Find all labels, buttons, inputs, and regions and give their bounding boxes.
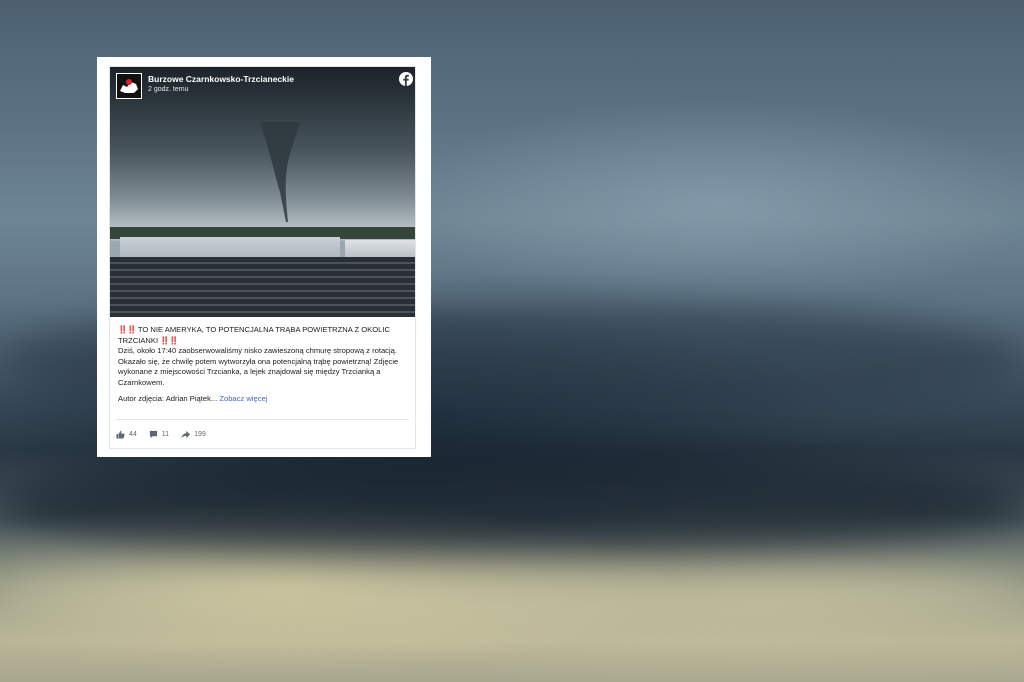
cloud-band [0,560,1024,630]
see-more-link[interactable]: Zobacz więcej [219,394,267,403]
page-logo-icon [117,74,141,98]
solar-panels [110,257,415,317]
post-text: ‼️‼️ TO NIE AMERYKA, TO POTENCJALNA TRĄB… [110,317,415,404]
post-stats: 44 11 199 [116,419,409,448]
comment-count-value: 11 [161,430,170,438]
funnel-cloud [260,122,300,222]
author-text: Autor zdjęcia: Adrian Piątek... [118,393,218,403]
embedded-post-frame: Burzowe Czarnkowsko-Trzcianeckie 2 godz.… [97,57,431,457]
cloud-band [0,450,1024,560]
like-count[interactable]: 44 [116,430,137,439]
warehouse-building [120,237,340,259]
post-timestamp[interactable]: 2 godz. temu [148,86,188,93]
post-photo[interactable]: Burzowe Czarnkowsko-Trzcianeckie 2 godz.… [110,67,415,317]
double-exclamation-emoji: ‼️‼️ [118,325,136,334]
facebook-post[interactable]: Burzowe Czarnkowsko-Trzcianeckie 2 godz.… [109,66,416,449]
comment-count[interactable]: 11 [149,430,169,439]
share-count[interactable]: 199 [181,430,206,439]
double-exclamation-emoji: ‼️‼️ [160,335,179,345]
post-body-text: Dziś, około 17:40 zaobserwowaliśmy nisko… [118,346,399,387]
post-header: Burzowe Czarnkowsko-Trzcianeckie 2 godz.… [110,67,415,103]
comment-icon [149,430,157,438]
page-name[interactable]: Burzowe Czarnkowsko-Trzcianeckie [148,74,294,84]
post-author-line: Autor zdjęcia: Adrian Piątek... Zobacz w… [118,394,407,405]
avatar[interactable] [116,73,142,99]
storm-background: Burzowe Czarnkowsko-Trzcianeckie 2 godz.… [0,0,1024,682]
post-headline: ‼️‼️ TO NIE AMERYKA, TO POTENCJALNA TRĄB… [118,325,407,346]
like-count-value: 44 [129,430,137,438]
share-count-value: 199 [194,430,206,438]
thumbs-up-icon [116,430,125,439]
headline-text: TO NIE AMERYKA, TO POTENCJALNA TRĄBA POW… [118,325,390,345]
share-arrow-icon [181,430,191,438]
facebook-icon[interactable] [399,72,413,86]
